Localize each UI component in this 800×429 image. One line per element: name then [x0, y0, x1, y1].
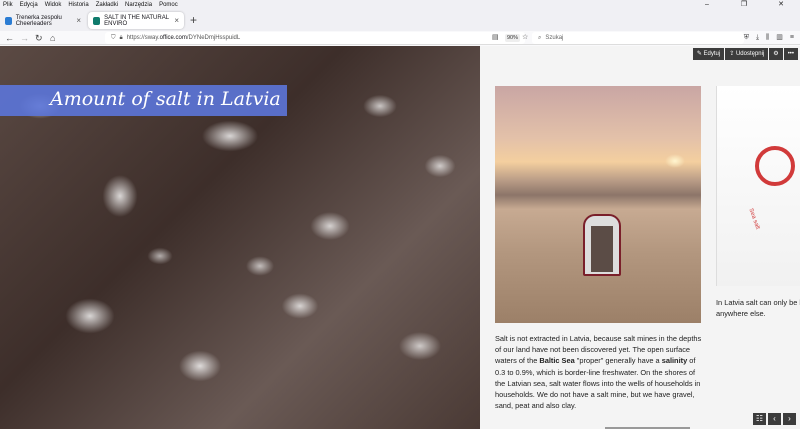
menu-view[interactable]: Widok [45, 2, 62, 8]
chevron-right-icon: › [788, 414, 791, 423]
salt-paragraph: Salt is not extracted in Latvia, because… [495, 333, 705, 411]
menu-bar: Plik Edycja Widok Historia Zakładki Narz… [0, 0, 800, 9]
sunset-glow [665, 154, 685, 168]
paragraph-text: "proper" generally have a [574, 356, 662, 366]
share-button[interactable]: ⇪ Udostępnij [725, 48, 769, 60]
shield-icon[interactable]: ⛉ [111, 35, 116, 42]
salt-bag-photo: Sea salt [716, 86, 800, 286]
menu-file[interactable]: Plik [3, 2, 13, 8]
sidebar-icon[interactable]: ▥ [776, 31, 783, 45]
side-text-line: In Latvia salt can only be b [716, 298, 800, 307]
baltic-sea-bold: Baltic Sea [539, 356, 575, 366]
bag-logo [755, 146, 795, 186]
sway-toolbar: ✎ Edytuj ⇪ Udostępnij ⚙ ••• [692, 48, 798, 60]
tab-label: SALT IN THE NATURAL ENVIRO [104, 14, 169, 27]
bookmark-star-icon[interactable]: ☆ [522, 31, 528, 45]
gear-icon: ⚙ [773, 51, 779, 57]
favicon-icon [5, 16, 12, 25]
menu-icon[interactable]: ≡ [790, 31, 794, 45]
close-tab-icon[interactable]: × [76, 16, 81, 25]
menu-tools[interactable]: Narzędzia [125, 2, 152, 8]
minimize-button[interactable]: – [692, 0, 722, 9]
pencil-icon: ✎ [696, 51, 704, 57]
edit-label: Edytuj [703, 51, 721, 57]
window-controls: – ❐ ✕ [689, 0, 800, 9]
search-input[interactable]: ⌕ Szukaj [532, 32, 744, 44]
url-prefix: https://sway. [126, 35, 160, 41]
restore-button[interactable]: ❐ [729, 0, 759, 9]
menu-help[interactable]: Pomoc [159, 2, 178, 8]
settings-button[interactable]: ⚙ [769, 48, 783, 60]
side-paragraph: In Latvia salt can only be b anywhere el… [716, 297, 800, 319]
toolbar-icons: ⛨ ⤓ ⫼ ▥ ≡ [744, 31, 794, 45]
sway-content: Amount of salt in Latvia Salt is not ext… [0, 46, 800, 429]
beach-chair-interior [591, 226, 613, 272]
page-title: Amount of salt in Latvia [50, 88, 281, 110]
hero-salt-image: Amount of salt in Latvia [0, 46, 480, 429]
close-window-button[interactable]: ✕ [766, 0, 796, 9]
sway-favicon-icon [93, 16, 101, 25]
url-path: /DYNeDmjHsspuidL [186, 35, 241, 41]
more-options-button[interactable]: ••• [783, 48, 798, 60]
side-text-line: anywhere else. [716, 309, 766, 318]
pocket-icon[interactable]: ⛨ [744, 31, 749, 45]
tab-bar: Trenerka zespołu Cheerleaders × SALT IN … [0, 9, 800, 31]
menu-bookmarks[interactable]: Zakładki [96, 2, 118, 8]
search-placeholder: Szukaj [545, 35, 564, 41]
more-icon: ••• [787, 51, 794, 57]
navigation-icon: ☷ [755, 414, 764, 423]
new-tab-button[interactable]: + [190, 13, 197, 27]
forward-icon[interactable]: → [20, 31, 29, 45]
content-panel: Salt is not extracted in Latvia, because… [480, 46, 800, 429]
close-tab-icon[interactable]: × [174, 16, 179, 25]
library-icon[interactable]: ⫼ [766, 31, 769, 45]
url-host: office.com [159, 35, 187, 41]
menu-history[interactable]: Historia [68, 2, 88, 8]
salinity-bold: salinity [661, 356, 688, 366]
share-label: Udostępnij [735, 51, 765, 57]
reload-icon[interactable]: ↻ [35, 31, 43, 45]
menu-edit[interactable]: Edycja [20, 2, 38, 8]
navigation-bar: ← → ↻ ⌂ ⛉ 🔒︎ https://sway. office.com/DYN… [0, 31, 800, 45]
home-icon[interactable]: ⌂ [50, 31, 55, 45]
tab-sway[interactable]: SALT IN THE NATURAL ENVIRO × [88, 12, 184, 29]
beach-photo [495, 86, 701, 323]
address-bar[interactable]: ⛉ 🔒︎ https://sway. office.com/DYNeDmjHssp… [105, 32, 525, 44]
downloads-icon[interactable]: ⤓ [756, 31, 759, 45]
reader-view-icon[interactable]: ▤ [492, 31, 499, 45]
share-icon: ⇪ [729, 51, 736, 57]
chevron-left-icon: ‹ [773, 414, 776, 423]
tab-cheerleaders[interactable]: Trenerka zespołu Cheerleaders × [0, 12, 86, 29]
lock-icon[interactable]: 🔒︎ [120, 35, 123, 42]
zoom-level[interactable]: 90% [505, 34, 521, 42]
back-icon[interactable]: ← [5, 31, 14, 45]
edit-button[interactable]: ✎ Edytuj [692, 48, 725, 60]
previous-button[interactable]: ‹ [768, 413, 781, 425]
navigation-pane-button[interactable]: ☷ [753, 413, 766, 425]
bag-brand: Sea salt [747, 207, 761, 231]
search-icon: ⌕ [538, 34, 542, 41]
next-button[interactable]: › [783, 413, 796, 425]
sway-navigation: ☷ ‹ › [753, 413, 796, 425]
